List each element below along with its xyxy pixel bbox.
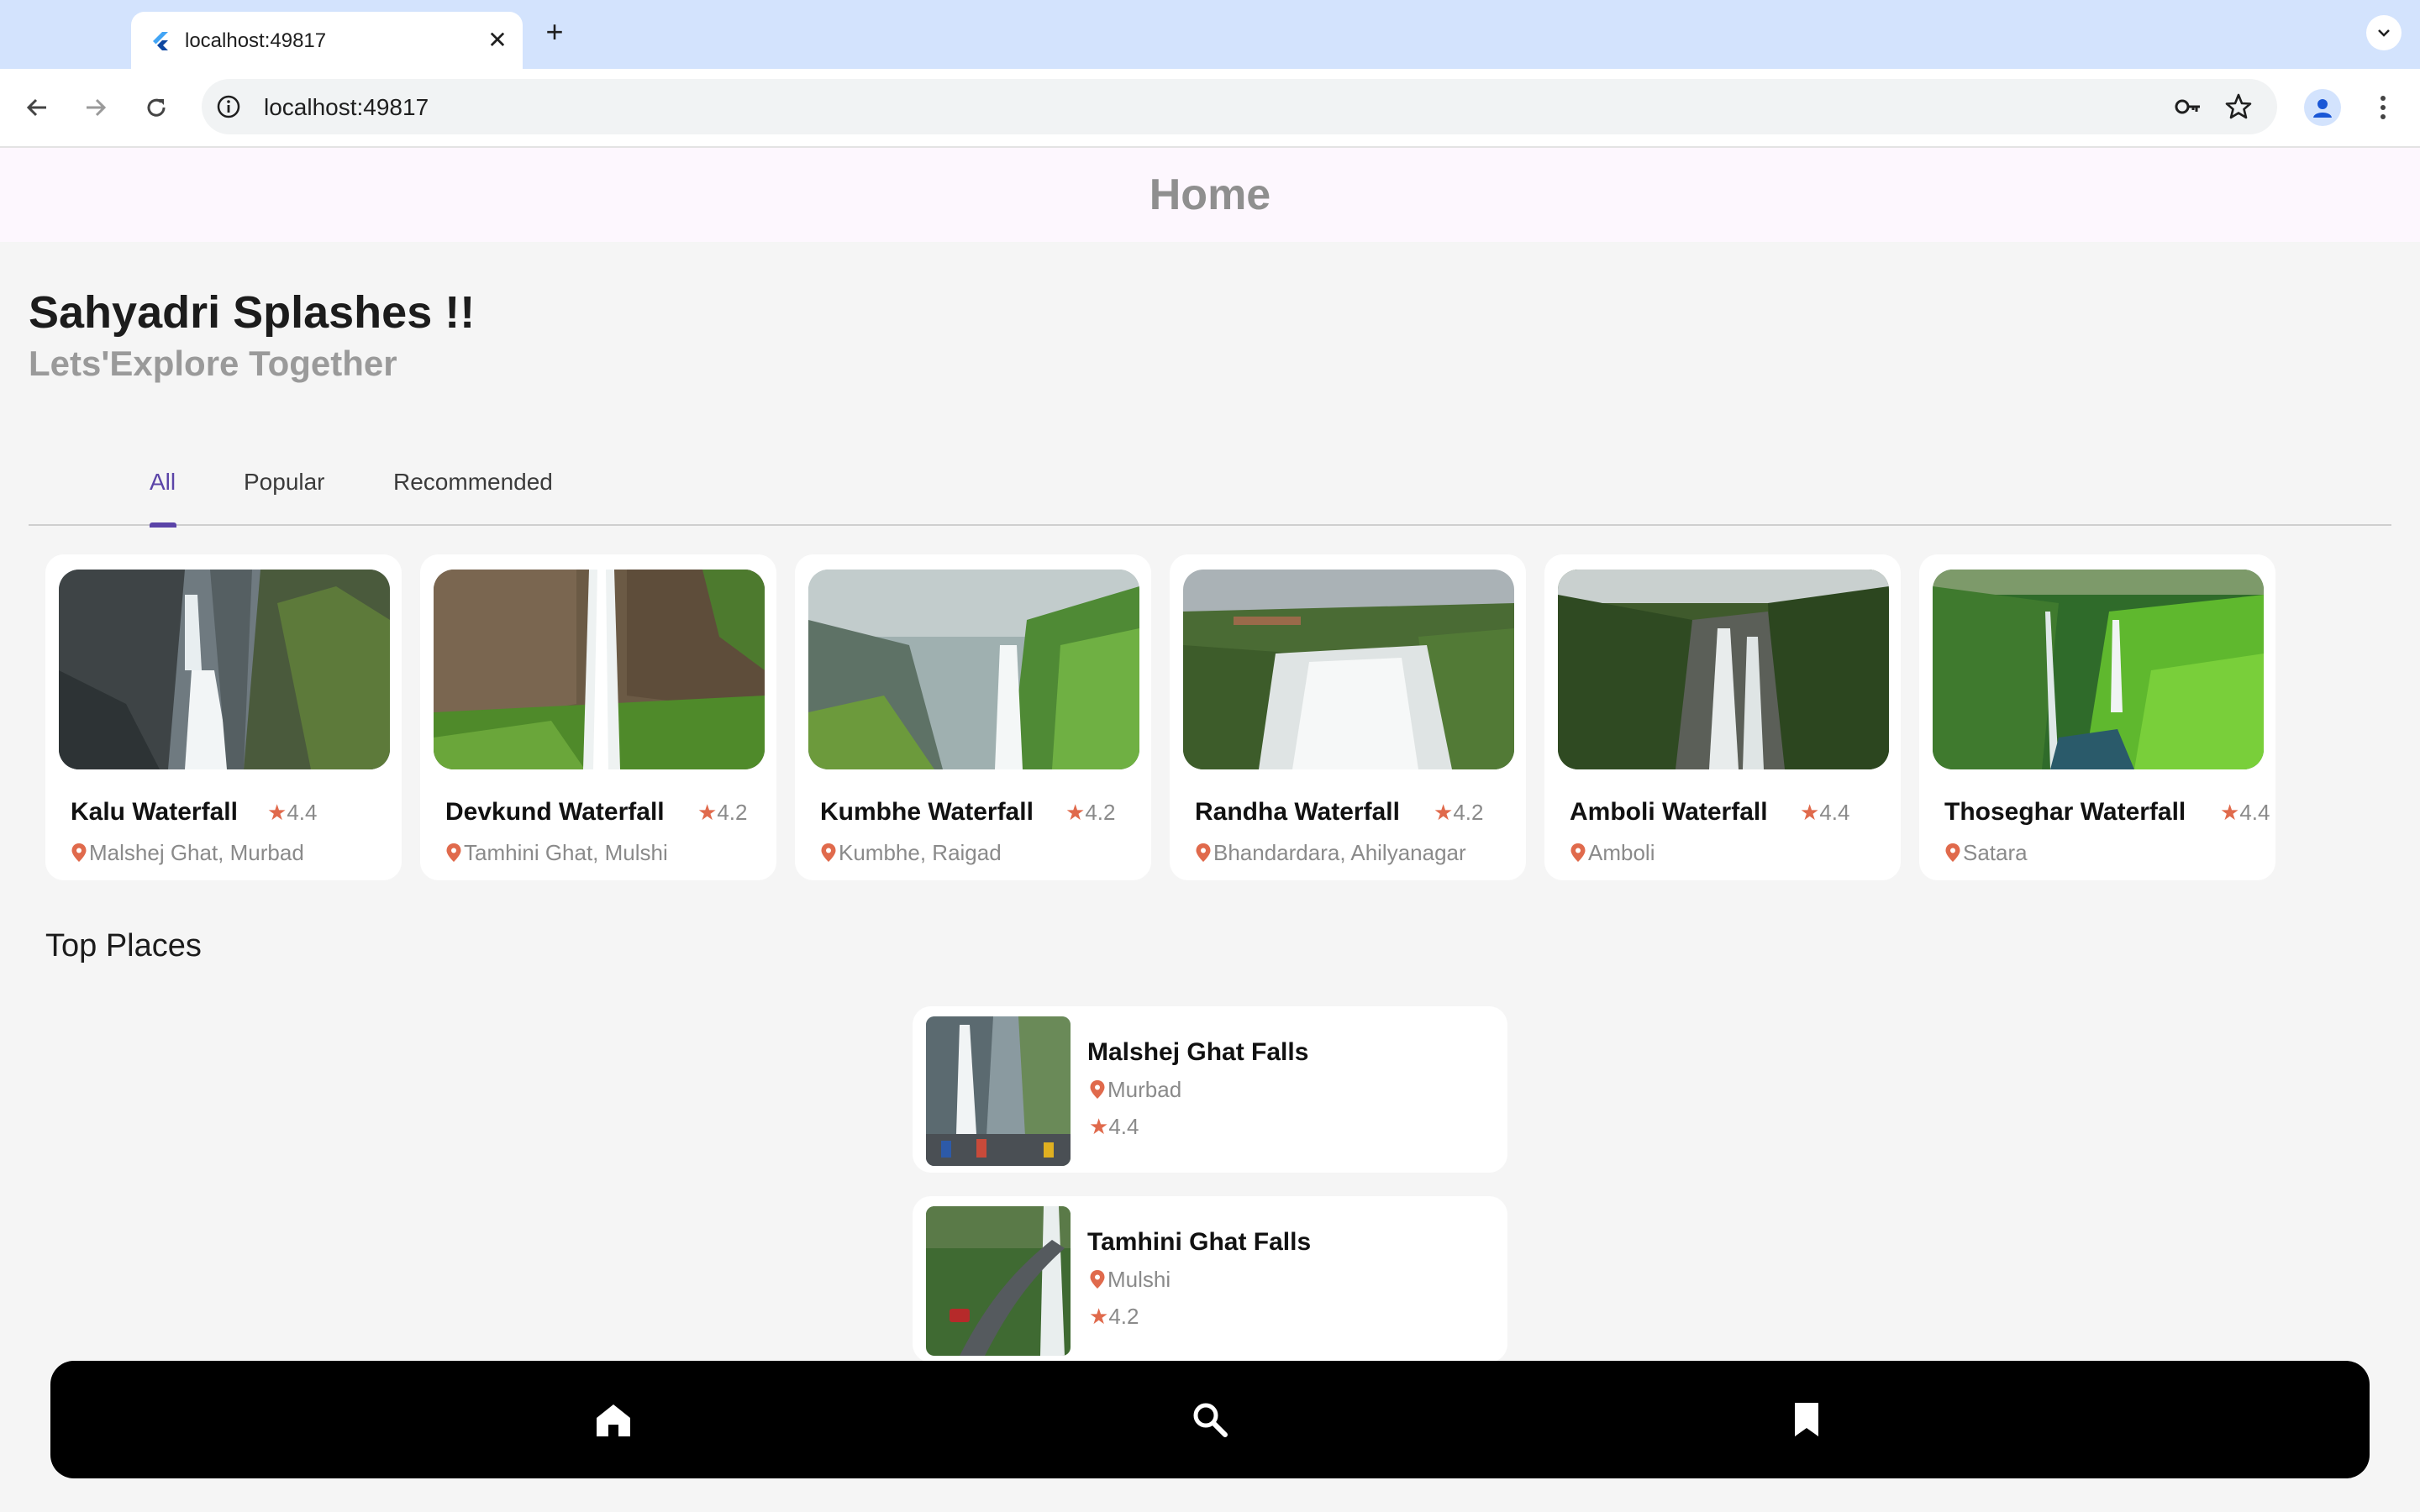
- forward-arrow-icon[interactable]: [77, 89, 114, 126]
- card-rating: ★4.4: [1800, 800, 1850, 825]
- location-pin-icon: [1090, 1270, 1105, 1289]
- page-title: Home: [1149, 171, 1271, 219]
- card-location: Kumbhe, Raigad: [820, 840, 1002, 865]
- search-icon[interactable]: [1188, 1398, 1232, 1441]
- waterfall-card[interactable]: Thoseghar Waterfall ★4.4 Satara: [1919, 554, 2275, 880]
- card-location: Amboli: [1570, 840, 1655, 865]
- site-info-icon[interactable]: [215, 93, 242, 120]
- place-name: Tamhini Ghat Falls: [1087, 1228, 1312, 1256]
- waterfall-photo: [1933, 570, 2264, 769]
- hero-title: Sahyadri Splashes !!: [29, 287, 476, 338]
- hero-subtitle: Lets'Explore Together: [29, 344, 397, 383]
- location-pin-icon: [1196, 843, 1211, 862]
- waterfall-photo: [1558, 570, 1889, 769]
- card-name: Thoseghar Waterfall: [1944, 798, 2186, 826]
- card-location: Tamhini Ghat, Mulshi: [445, 840, 668, 865]
- card-rating: ★4.4: [267, 800, 318, 825]
- place-rating: ★4.2: [1089, 1304, 1139, 1329]
- app-bar: Home: [0, 148, 2420, 242]
- tab-recommended[interactable]: Recommended: [393, 469, 553, 496]
- card-rating: ★4.4: [2220, 800, 2270, 825]
- card-name: Randha Waterfall: [1195, 798, 1400, 826]
- star-icon: ★: [267, 800, 287, 825]
- location-pin-icon: [446, 843, 461, 862]
- address-bar[interactable]: localhost:49817: [202, 79, 2277, 134]
- password-key-icon[interactable]: [2173, 92, 2203, 122]
- card-name: Amboli Waterfall: [1570, 798, 1768, 826]
- place-photo: [926, 1206, 1071, 1356]
- kebab-menu-icon[interactable]: [2368, 89, 2398, 126]
- waterfall-card[interactable]: Amboli Waterfall ★4.4 Amboli: [1544, 554, 1901, 880]
- card-location: Bhandardara, Ahilyanagar: [1195, 840, 1466, 865]
- location-pin-icon: [1090, 1080, 1105, 1099]
- tab-all[interactable]: All: [150, 469, 176, 496]
- reload-icon[interactable]: [138, 89, 175, 126]
- new-tab-icon[interactable]: +: [539, 17, 570, 47]
- section-title: Top Places: [45, 928, 202, 963]
- star-icon: ★: [1089, 1114, 1109, 1139]
- star-icon: ★: [1800, 800, 1820, 825]
- waterfall-card[interactable]: Devkund Waterfall ★4.2 Tamhini Ghat, Mul…: [420, 554, 776, 880]
- card-name: Devkund Waterfall: [445, 798, 665, 826]
- waterfall-card[interactable]: Kumbhe Waterfall ★4.2 Kumbhe, Raigad: [795, 554, 1151, 880]
- tab-popular[interactable]: Popular: [244, 469, 325, 496]
- waterfall-photo: [808, 570, 1139, 769]
- card-rating: ★4.2: [1434, 800, 1484, 825]
- star-icon: ★: [1089, 1304, 1109, 1329]
- star-icon: ★: [2220, 800, 2240, 825]
- star-icon: ★: [1434, 800, 1454, 825]
- browser-toolbar: localhost:49817: [0, 69, 2420, 148]
- location-pin-icon: [821, 843, 836, 862]
- back-arrow-icon[interactable]: [18, 89, 55, 126]
- card-name: Kumbhe Waterfall: [820, 798, 1034, 826]
- tab-search-icon[interactable]: [2366, 15, 2402, 50]
- browser-tab-strip: localhost:49817 ✕ +: [0, 0, 2420, 69]
- flutter-favicon: [153, 32, 168, 50]
- waterfall-photo: [1183, 570, 1514, 769]
- place-location: Mulshi: [1089, 1267, 1171, 1292]
- card-rating: ★4.2: [1065, 800, 1116, 825]
- card-name: Kalu Waterfall: [71, 798, 238, 826]
- waterfall-photo: [59, 570, 390, 769]
- close-tab-icon[interactable]: ✕: [486, 29, 509, 52]
- card-location: Malshej Ghat, Murbad: [71, 840, 304, 865]
- bookmark-icon[interactable]: [1785, 1398, 1828, 1441]
- location-pin-icon: [1570, 843, 1586, 862]
- place-rating: ★4.4: [1089, 1114, 1139, 1139]
- profile-icon[interactable]: [2304, 89, 2341, 126]
- location-pin-icon: [1945, 843, 1960, 862]
- browser-tab[interactable]: localhost:49817 ✕: [131, 12, 523, 69]
- bottom-navigation-bar: [50, 1361, 2370, 1478]
- place-location: Murbad: [1089, 1077, 1181, 1102]
- waterfall-card[interactable]: Kalu Waterfall ★4.4 Malshej Ghat, Murbad: [45, 554, 402, 880]
- star-icon: ★: [1065, 800, 1086, 825]
- place-list-item[interactable]: Malshej Ghat Falls Murbad ★4.4: [913, 1006, 1507, 1173]
- waterfall-photo: [434, 570, 765, 769]
- star-icon: ★: [697, 800, 718, 825]
- bookmark-star-icon[interactable]: [2223, 92, 2254, 122]
- waterfall-card[interactable]: Randha Waterfall ★4.2 Bhandardara, Ahily…: [1170, 554, 1526, 880]
- home-icon[interactable]: [592, 1398, 635, 1441]
- location-pin-icon: [71, 843, 87, 862]
- tab-title: localhost:49817: [185, 29, 327, 52]
- place-list-item[interactable]: Tamhini Ghat Falls Mulshi ★4.2: [913, 1196, 1507, 1362]
- place-photo: [926, 1016, 1071, 1166]
- card-location: Satara: [1944, 840, 2028, 865]
- card-rating: ★4.2: [697, 800, 748, 825]
- place-name: Malshej Ghat Falls: [1087, 1038, 1309, 1066]
- category-tabs: All Popular Recommended: [29, 454, 2391, 528]
- url-text[interactable]: localhost:49817: [264, 95, 429, 120]
- active-tab-indicator: [150, 522, 176, 528]
